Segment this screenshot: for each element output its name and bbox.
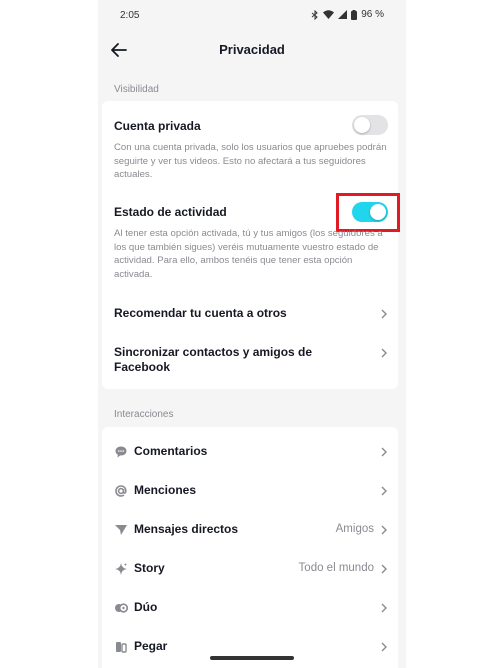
interaction-label: Story bbox=[134, 561, 165, 575]
chevron-right-icon bbox=[381, 309, 387, 319]
sync-contacts-row[interactable]: Sincronizar contactos y amigos de Facebo… bbox=[102, 337, 398, 379]
at-icon bbox=[115, 485, 127, 497]
toggle-knob bbox=[354, 117, 370, 133]
activity-status-title: Estado de actividad bbox=[114, 205, 227, 219]
header: Privacidad bbox=[98, 30, 406, 70]
page-title: Privacidad bbox=[219, 42, 285, 57]
bluetooth-icon bbox=[311, 9, 318, 20]
interaction-label: Menciones bbox=[134, 483, 197, 497]
chevron-right-icon bbox=[381, 447, 387, 457]
chevron-right-icon bbox=[381, 486, 387, 496]
interaction-label: Comentarios bbox=[134, 444, 208, 458]
interaction-label: Pegar bbox=[134, 639, 168, 653]
interaction-label: Dúo bbox=[134, 600, 158, 614]
phone-screen: 2:05 96 % Privacidad Visibilidad Cuenta … bbox=[98, 0, 406, 668]
section-label-interactions: Interacciones bbox=[114, 409, 174, 420]
chevron-right-icon bbox=[381, 564, 387, 574]
interaction-label: Mensajes directos bbox=[134, 522, 239, 536]
status-bar: 2:05 96 % bbox=[98, 0, 406, 30]
sync-contacts-label: Sincronizar contactos y amigos de Facebo… bbox=[114, 345, 313, 374]
recommend-account-row[interactable]: Recomendar tu cuenta a otros bbox=[102, 297, 398, 325]
visibility-card: Cuenta privada Con una cuenta privada, s… bbox=[102, 101, 400, 389]
chevron-right-icon bbox=[381, 525, 387, 535]
interaction-value: Todo el mundo bbox=[298, 562, 374, 574]
toggle-knob bbox=[370, 204, 386, 220]
status-icons: 96 % bbox=[311, 9, 384, 20]
duet-icon bbox=[115, 603, 128, 613]
comment-icon bbox=[115, 446, 127, 458]
interaction-row-comments[interactable]: Comentarios bbox=[102, 433, 398, 471]
interaction-row-direct-messages[interactable]: Mensajes directos Amigos bbox=[102, 511, 398, 549]
sparkle-icon bbox=[115, 563, 127, 575]
send-icon bbox=[115, 525, 127, 535]
private-account-description: Con una cuenta privada, solo los usuario… bbox=[114, 142, 387, 180]
chevron-right-icon bbox=[381, 348, 387, 358]
activity-status-toggle[interactable] bbox=[352, 202, 388, 222]
stitch-icon bbox=[116, 642, 127, 653]
wifi-icon bbox=[323, 10, 335, 19]
private-account-title: Cuenta privada bbox=[114, 119, 201, 133]
signal-icon bbox=[338, 10, 348, 19]
section-label-visibility: Visibilidad bbox=[114, 84, 159, 95]
interaction-row-stitch[interactable]: Pegar bbox=[102, 628, 398, 666]
home-indicator[interactable] bbox=[210, 656, 294, 660]
battery-level: 96 % bbox=[361, 9, 384, 20]
chevron-right-icon bbox=[381, 603, 387, 613]
activity-status-description: Al tener esta opción activada, tú y tus … bbox=[114, 228, 383, 280]
private-account-toggle[interactable] bbox=[352, 115, 388, 135]
battery-icon bbox=[351, 9, 358, 20]
status-time: 2:05 bbox=[120, 10, 140, 21]
interaction-value: Amigos bbox=[335, 523, 374, 535]
interaction-row-duet[interactable]: Dúo bbox=[102, 589, 398, 627]
interaction-row-mentions[interactable]: Menciones bbox=[102, 472, 398, 510]
recommend-account-label: Recomendar tu cuenta a otros bbox=[114, 306, 287, 320]
chevron-right-icon bbox=[381, 642, 387, 652]
interaction-row-story[interactable]: Story Todo el mundo bbox=[102, 550, 398, 588]
